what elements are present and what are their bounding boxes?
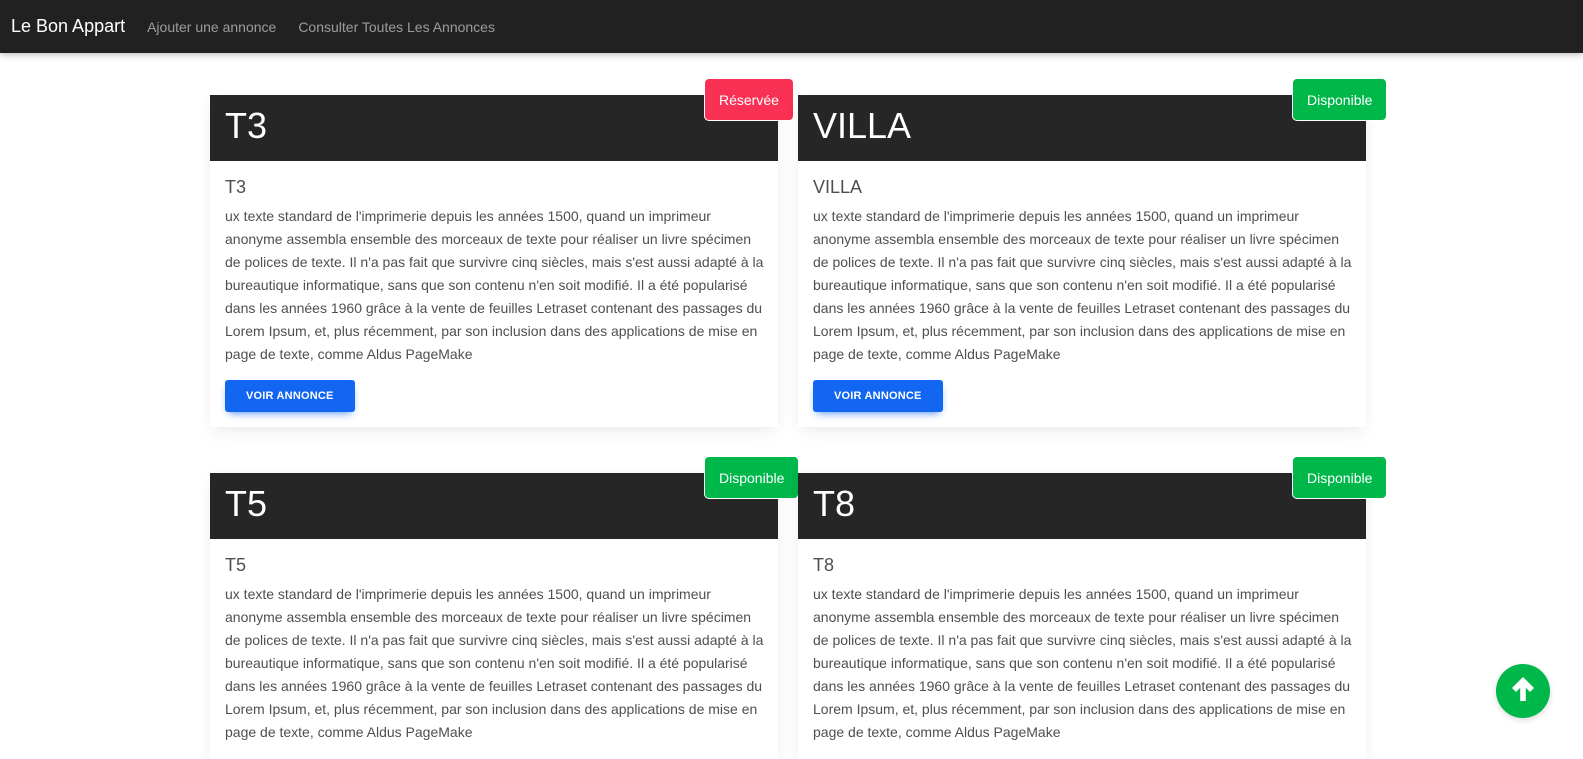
listing-card: T3 T3 ux texte standard de l'imprimerie …: [210, 95, 778, 427]
listing-title: T8: [813, 555, 835, 575]
listing-card: T5 T5 ux texte standard de l'imprimerie …: [210, 473, 778, 759]
listing-card-body: T3 ux texte standard de l'imprimerie dep…: [210, 161, 778, 427]
nav-view-all-listings[interactable]: Consulter Toutes Les Annonces: [298, 19, 495, 35]
listing-card-body: T8 ux texte standard de l'imprimerie dep…: [798, 539, 1366, 759]
listing-title: T5: [225, 555, 247, 575]
listing-card-header: VILLA: [798, 95, 1366, 161]
listing-card-header: T5: [210, 473, 778, 539]
listing-description: ux texte standard de l'imprimerie depuis…: [813, 208, 1352, 362]
nav-add-listing[interactable]: Ajouter une annonce: [147, 19, 276, 35]
listing-card: T8 T8 ux texte standard de l'imprimerie …: [798, 473, 1366, 759]
status-badge: Disponible: [1292, 456, 1388, 499]
listing-description: ux texte standard de l'imprimerie depuis…: [225, 208, 764, 362]
view-listing-button[interactable]: Voir annonce: [225, 380, 355, 412]
listing-card-body: T5 ux texte standard de l'imprimerie dep…: [210, 539, 778, 759]
brand-link[interactable]: Le Bon Appart: [11, 16, 125, 37]
listing-description: ux texte standard de l'imprimerie depuis…: [813, 586, 1352, 740]
scroll-to-top-button[interactable]: [1496, 664, 1550, 718]
listing-card: VILLA VILLA ux texte standard de l'impri…: [798, 95, 1366, 427]
listing-title: T3: [225, 177, 247, 197]
listing-card-body: VILLA ux texte standard de l'imprimerie …: [798, 161, 1366, 427]
listing-title: VILLA: [813, 177, 863, 197]
arrow-up-icon: [1507, 673, 1539, 710]
top-navbar: Le Bon Appart Ajouter une annonce Consul…: [0, 0, 1583, 53]
status-badge: Disponible: [704, 456, 800, 499]
view-listing-button[interactable]: Voir annonce: [813, 380, 943, 412]
status-badge: Disponible: [1292, 78, 1388, 121]
listing-card-header: T3: [210, 95, 778, 161]
listing-description: ux texte standard de l'imprimerie depuis…: [225, 586, 764, 740]
listing-card-header: T8: [798, 473, 1366, 539]
status-badge: Réservée: [704, 78, 794, 121]
